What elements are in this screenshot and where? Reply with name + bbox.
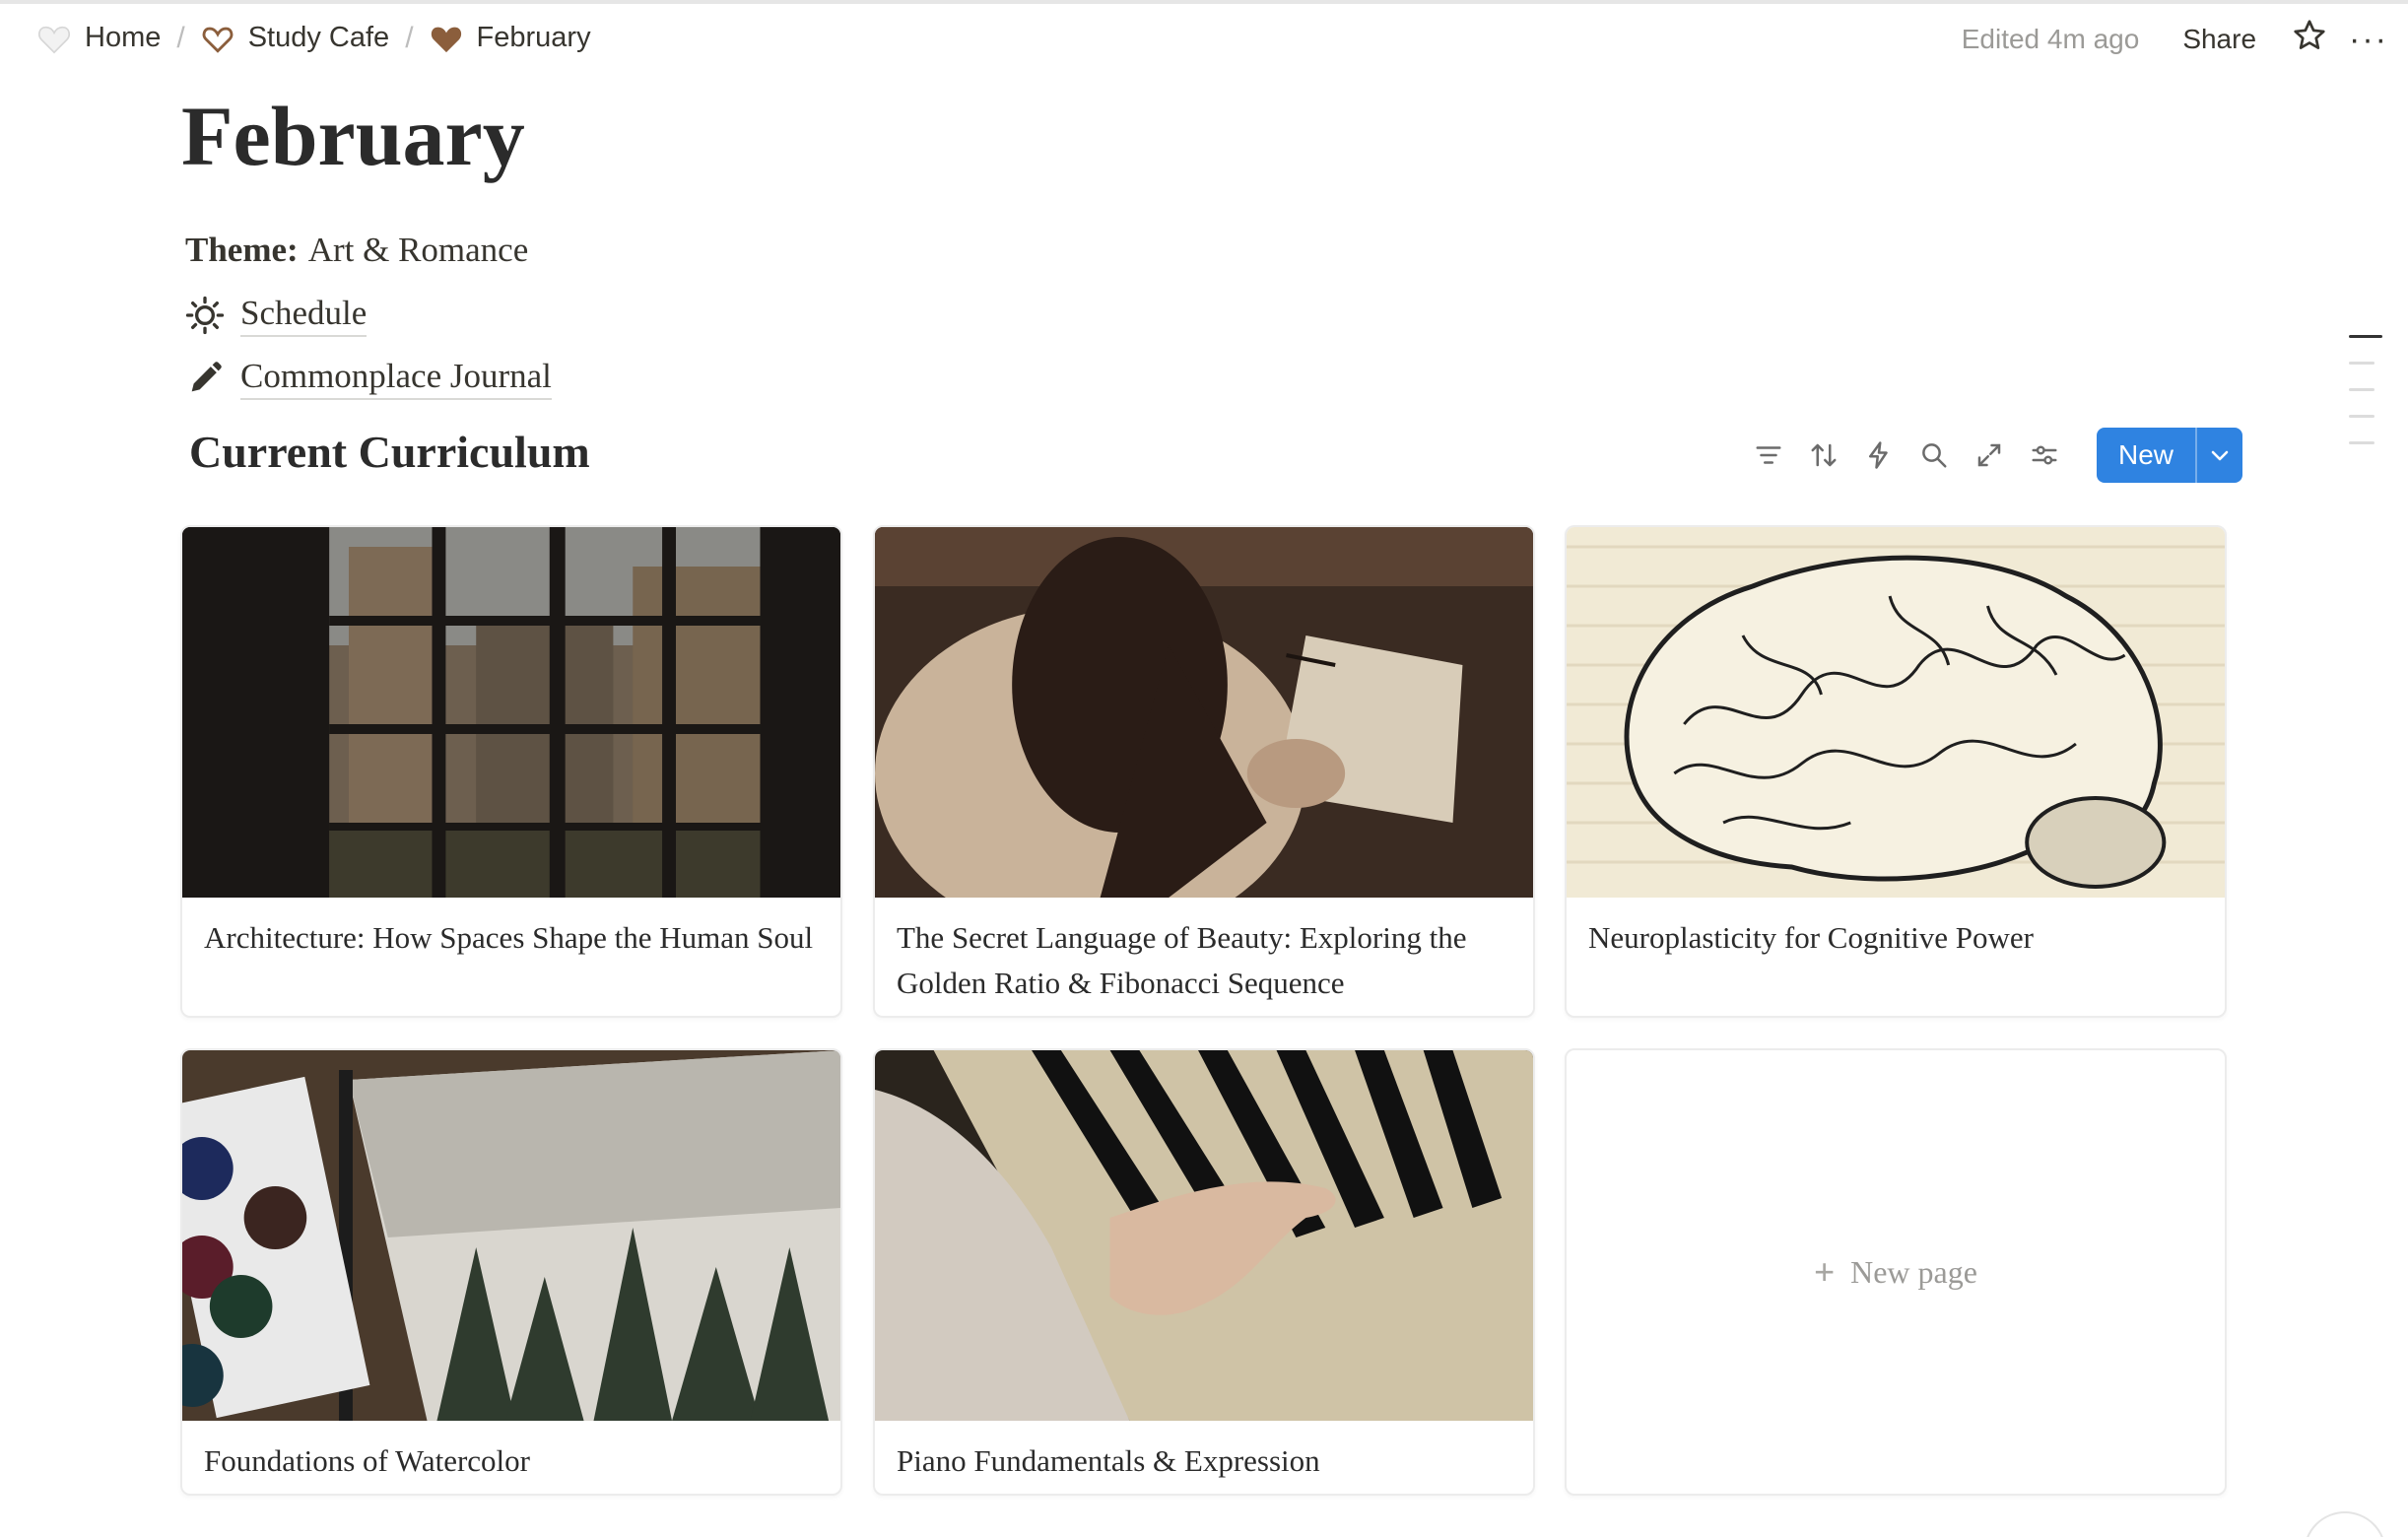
heart-brown-icon [431,27,461,52]
heart-outline-icon [202,27,234,53]
drawing-woman-cover [875,527,1533,898]
gallery-card[interactable]: Neuroplasticity for Cognitive Power [1565,525,2227,1018]
favorite-star-icon[interactable] [2292,18,2327,60]
heart-white-icon [38,26,70,53]
theme-value: Art & Romance [307,231,529,269]
help-button[interactable] [2304,1511,2386,1537]
gallery-card[interactable]: Architecture: How Spaces Shape the Human… [180,525,842,1018]
sort-icon[interactable] [1807,438,1840,472]
theme-property: Theme: Art & Romance [185,231,528,270]
gallery-card[interactable]: The Secret Language of Beauty: Exploring… [873,525,1535,1018]
card-title: Piano Fundamentals & Expression [897,1443,1320,1478]
commonplace-journal-label: Commonplace Journal [240,357,552,400]
schedule-link-label: Schedule [240,294,368,337]
toc-line [2349,415,2375,418]
toc-line [2349,335,2382,338]
gallery-card[interactable]: Piano Fundamentals & Expression [873,1048,1535,1496]
database-title: Current Curriculum [189,427,590,477]
theme-label: Theme: [185,231,299,269]
filter-icon[interactable] [1752,438,1785,472]
new-page-label: New page [1850,1253,1977,1290]
expand-icon[interactable] [1973,438,2006,472]
breadcrumb-study-cafe[interactable]: Study Cafe [193,18,397,58]
gallery-card[interactable]: Foundations of Watercolor [180,1048,842,1496]
new-page-card[interactable]: + New page [1565,1048,2227,1496]
breadcrumb-separator: / [405,21,414,54]
breadcrumb-home[interactable]: Home [30,18,168,58]
new-button-label[interactable]: New [2097,428,2195,483]
schedule-link[interactable]: Schedule [185,294,368,337]
gothic-window-cover [182,527,840,898]
card-title: Neuroplasticity for Cognitive Power [1588,920,2034,955]
brain-illustration-cover [1567,527,2225,898]
table-of-contents-indicator[interactable] [2349,335,2382,444]
new-page-button[interactable]: + New page [1814,1251,1977,1293]
breadcrumb: Home / Study Cafe / February [30,18,599,58]
card-title: Foundations of Watercolor [204,1443,530,1478]
share-button[interactable]: Share [2182,24,2256,55]
search-icon[interactable] [1917,438,1951,472]
watercolor-forest-cover [182,1050,840,1421]
settings-icon[interactable] [2028,438,2061,472]
page-title: February [181,89,525,183]
sun-icon [185,296,225,335]
toc-line [2349,388,2375,391]
breadcrumb-separator: / [176,21,185,54]
card-title: Architecture: How Spaces Shape the Human… [204,920,814,955]
breadcrumb-february[interactable]: February [422,18,599,58]
more-options-icon[interactable]: ··· [2349,23,2388,56]
card-title: The Secret Language of Beauty: Exploring… [897,920,1467,1000]
pencil-icon [191,362,222,392]
automation-icon[interactable] [1862,438,1896,472]
toc-line [2349,362,2375,365]
chevron-down-icon[interactable] [2195,428,2242,483]
plus-icon: + [1814,1251,1836,1292]
toc-line [2349,441,2375,444]
database-toolbar: New [1752,428,2243,483]
commonplace-journal-link[interactable]: Commonplace Journal [185,357,552,400]
edited-timestamp: Edited 4m ago [1961,23,2140,54]
new-button[interactable]: New [2097,428,2243,483]
piano-hands-cover [875,1050,1533,1421]
top-bar: Home / Study Cafe / February Edited 4m a… [0,0,2408,75]
